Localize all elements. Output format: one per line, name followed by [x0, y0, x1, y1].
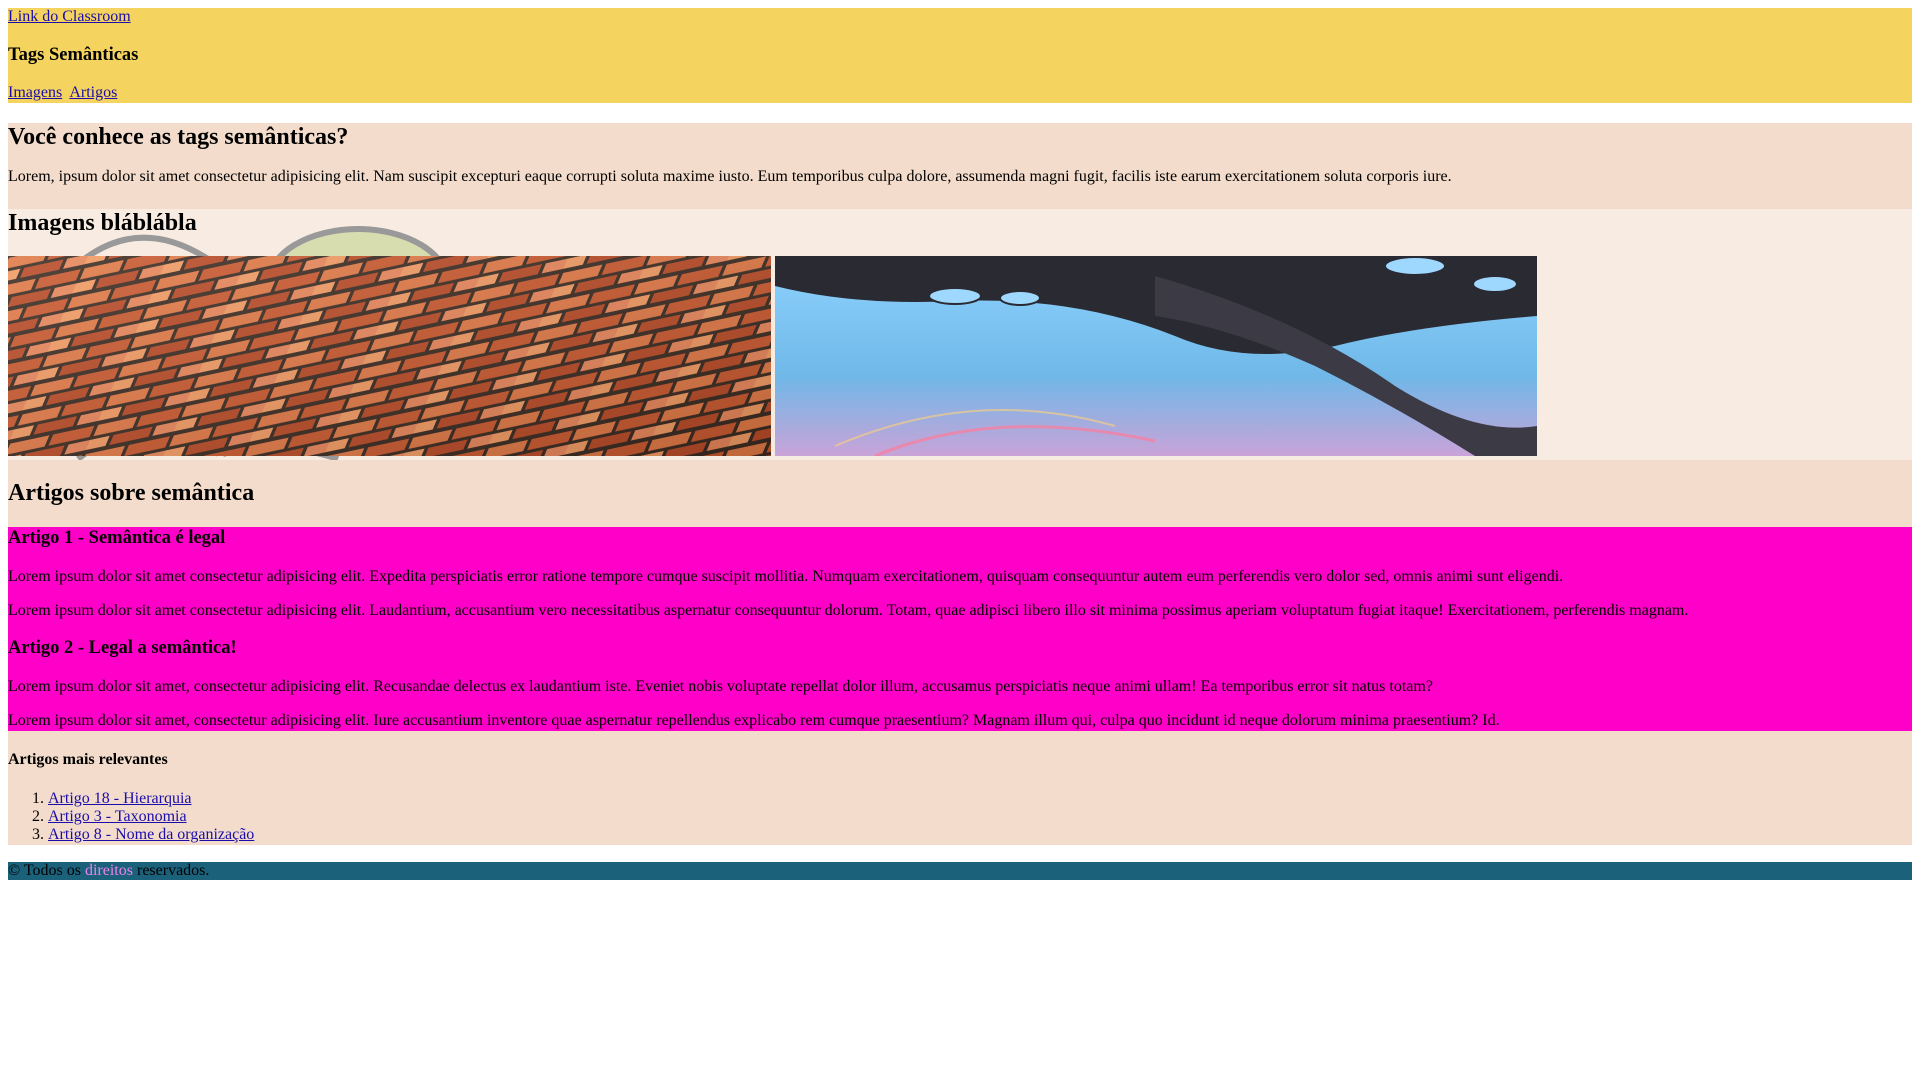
- nav-link-artigos[interactable]: Artigos: [69, 84, 117, 101]
- articles-heading: Artigos sobre semântica: [8, 480, 255, 506]
- page-footer: © Todos os direitos reservados.: [8, 862, 1912, 880]
- relevant-articles-list: Artigo 18 - Hierarquia Artigo 3 - Taxono…: [8, 790, 254, 844]
- oil-puddle-image: [775, 256, 1537, 456]
- relevant-link-3[interactable]: Artigo 8 - Nome da organização: [48, 826, 254, 843]
- relevant-articles-title: Artigos mais relevantes: [8, 751, 168, 768]
- articles-section: Artigos sobre semântica Artigo 1 - Semân…: [8, 460, 1912, 845]
- intro-section: Você conhece as tags semânticas? Lorem, …: [8, 123, 1912, 209]
- article-2-title: Artigo 2 - Legal a semântica!: [8, 638, 237, 658]
- article-2-paragraph-2: Lorem ipsum dolor sit amet, consectetur …: [8, 712, 1500, 729]
- footer-text-end: reservados.: [132, 862, 210, 879]
- images-section: Imagens bláblábla: [8, 209, 1912, 460]
- bricks-image: [8, 256, 771, 456]
- article-1-paragraph-1: Lorem ipsum dolor sit amet consectetur a…: [8, 568, 1564, 585]
- rights-link[interactable]: direitos: [85, 862, 133, 879]
- page-header: Link do Classroom Tags Semânticas Imagen…: [8, 8, 1912, 103]
- list-item: Artigo 8 - Nome da organização: [48, 826, 254, 844]
- footer-text-start: © Todos os: [8, 862, 85, 879]
- relevant-link-2[interactable]: Artigo 3 - Taxonomia: [48, 808, 187, 825]
- relevant-link-1[interactable]: Artigo 18 - Hierarquia: [48, 790, 192, 807]
- images-heading: Imagens bláblábla: [8, 210, 197, 236]
- intro-text: Lorem, ipsum dolor sit amet consectetur …: [8, 168, 1452, 185]
- article-2-paragraph-1: Lorem ipsum dolor sit amet, consectetur …: [8, 678, 1433, 695]
- article-1-title: Artigo 1 - Semântica é legal: [8, 528, 226, 548]
- article-1-paragraph-2: Lorem ipsum dolor sit amet consectetur a…: [8, 602, 1689, 619]
- classroom-link[interactable]: Link do Classroom: [8, 8, 131, 26]
- list-item: Artigo 18 - Hierarquia: [48, 790, 254, 808]
- main-nav: Imagens Artigos: [8, 84, 121, 102]
- list-item: Artigo 3 - Taxonomia: [48, 808, 254, 826]
- site-title: Tags Semânticas: [8, 45, 139, 65]
- articles-list: Artigo 1 - Semântica é legal Lorem ipsum…: [8, 527, 1912, 731]
- nav-link-imagens[interactable]: Imagens: [8, 84, 62, 101]
- intro-heading: Você conhece as tags semânticas?: [8, 124, 349, 150]
